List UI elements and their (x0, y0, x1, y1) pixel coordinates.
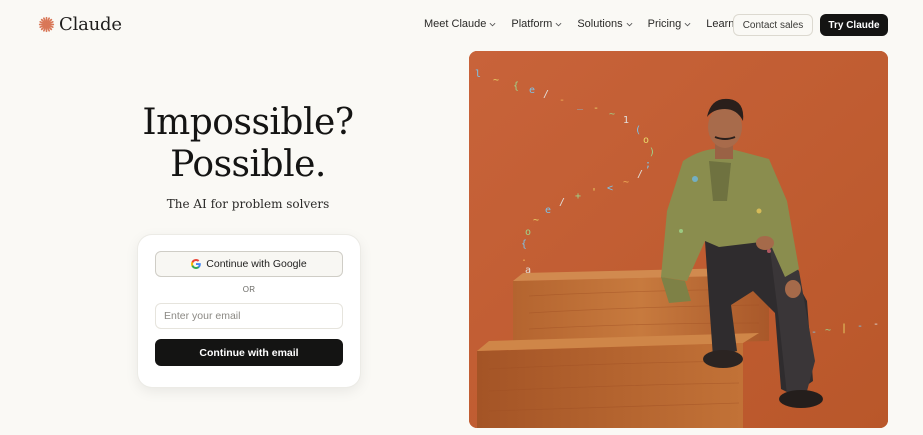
login-card: Continue with Google OR Continue with em… (138, 235, 360, 387)
svg-text:;: ; (645, 159, 651, 170)
svg-text:): ) (649, 147, 655, 158)
google-button-label: Continue with Google (206, 258, 307, 270)
nav-label: Learn (706, 18, 735, 30)
nav-platform[interactable]: Platform (511, 18, 562, 30)
svg-text:~: ~ (493, 75, 499, 86)
nav-pricing[interactable]: Pricing (648, 18, 692, 30)
svg-text:{: { (513, 81, 519, 92)
svg-text:-: - (873, 319, 879, 330)
site-header: Claude Meet Claude Platform Solutions Pr… (0, 0, 923, 50)
svg-text:(: ( (635, 125, 641, 136)
svg-text:/: / (543, 89, 549, 100)
svg-text:o: o (643, 135, 649, 146)
nav-label: Pricing (647, 18, 682, 30)
svg-text:-: - (559, 95, 565, 106)
try-claude-button[interactable]: Try Claude (820, 14, 888, 36)
svg-text:-: - (811, 327, 817, 338)
svg-text:/: / (559, 197, 565, 208)
main-nav: Meet Claude Platform Solutions Pricing L… (424, 18, 744, 30)
svg-text:|: | (841, 323, 847, 334)
svg-text:-: - (857, 321, 863, 332)
continue-with-email-button[interactable]: Continue with email (155, 339, 343, 366)
svg-text:o: o (525, 227, 531, 238)
continue-with-google-button[interactable]: Continue with Google (155, 251, 343, 277)
svg-text:': ' (591, 187, 597, 198)
hero-photo-illustration: l ~ { e / - _ - ~ 1 ( o ) ; / ~ < ' + / … (469, 51, 888, 428)
svg-text:.: . (521, 253, 527, 264)
contact-sales-button[interactable]: Contact sales (733, 14, 813, 36)
svg-text:l: l (475, 69, 481, 80)
nav-label: Platform (511, 18, 553, 30)
nav-solutions[interactable]: Solutions (577, 18, 633, 30)
chevron-down-icon (684, 22, 691, 26)
nav-label: Solutions (577, 18, 623, 30)
svg-text:1: 1 (623, 115, 629, 126)
brand-name: Claude (59, 14, 122, 35)
svg-text:/: / (637, 169, 643, 180)
svg-text:e: e (529, 85, 535, 96)
chevron-down-icon (555, 22, 562, 26)
svg-text:~: ~ (609, 109, 615, 120)
svg-text:-: - (593, 103, 599, 114)
svg-text:~: ~ (825, 325, 831, 336)
hero-title-line-1: Impossible? (142, 102, 354, 143)
or-divider: OR (242, 285, 256, 294)
svg-text:{: { (521, 239, 527, 250)
svg-text:~: ~ (533, 215, 539, 226)
claude-starburst-icon (38, 16, 55, 33)
claude-logo[interactable]: Claude (38, 14, 122, 35)
hero-image: l ~ { e / - _ - ~ 1 ( o ) ; / ~ < ' + / … (469, 51, 888, 428)
hero-subtitle: The AI for problem solvers (166, 197, 330, 211)
chevron-down-icon (489, 22, 496, 26)
hero-title: Impossible? Possible. (100, 102, 396, 186)
svg-text:e: e (545, 205, 551, 216)
hero-title-line-2: Possible. (170, 144, 326, 185)
nav-meet-claude[interactable]: Meet Claude (424, 18, 496, 30)
nav-label: Meet Claude (424, 18, 487, 30)
svg-text:~: ~ (623, 177, 629, 188)
chevron-down-icon (626, 22, 633, 26)
google-g-icon (191, 259, 202, 269)
svg-text:+: + (575, 191, 581, 202)
svg-text:_: _ (577, 99, 584, 110)
email-input[interactable] (155, 303, 343, 329)
svg-text:<: < (607, 183, 613, 194)
